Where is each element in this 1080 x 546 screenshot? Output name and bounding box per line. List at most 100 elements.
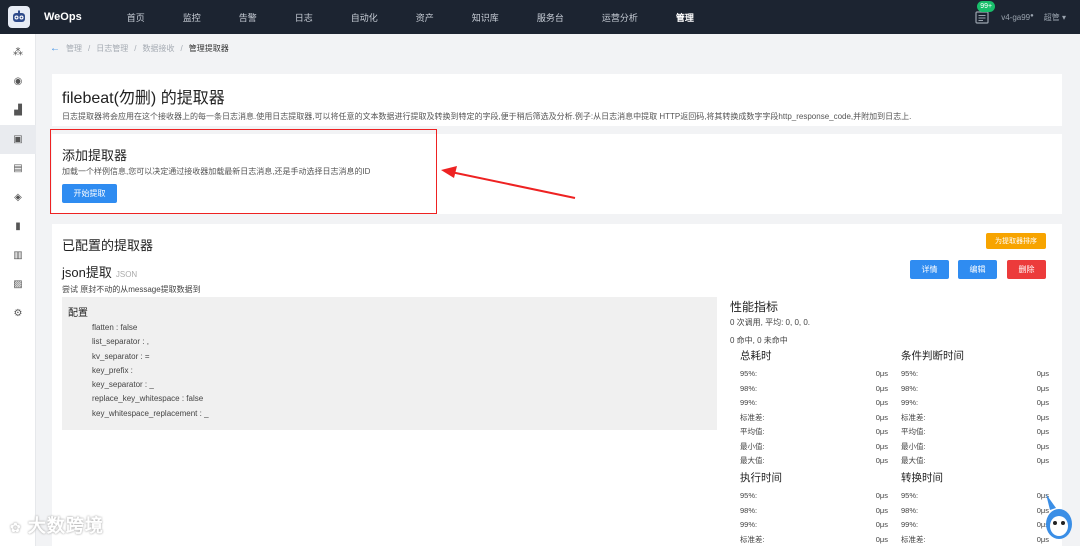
metric-value: 0μs [1036, 369, 1049, 378]
nav-item[interactable]: 管理 [657, 0, 713, 34]
metric-label: 平均值: [740, 427, 765, 436]
assistant-mascot-icon[interactable] [1042, 488, 1076, 544]
sidebar-item[interactable]: ▣ [0, 125, 36, 154]
nav-item[interactable]: 资产 [397, 0, 453, 34]
header-card: filebeat(勿删) 的提取器 日志提取器将会应用在这个接收器上的每一条日志… [52, 74, 1062, 126]
metric-value: 0μs [1036, 456, 1049, 465]
breadcrumb-item[interactable]: 数据接收 [142, 43, 174, 54]
config-entry: key_whitespace_replacement : _ [92, 408, 209, 418]
extractor-name-row: json提取 JSON [62, 262, 137, 281]
metric-block-condition: 条件判断时间 95%: 0μs 98%: 0μs 99%: 0μs 标准差: 0μs 平均值: 0μ… [901, 348, 1049, 469]
metric-row: 95%: 0μs [740, 367, 888, 382]
metric-value: 0μs [875, 456, 888, 465]
metric-row: 99%: 0μs [740, 518, 888, 533]
nav-item[interactable]: 告警 [220, 0, 276, 34]
document-icon: ▮ [15, 221, 21, 232]
metric-row: 最小值: 0μs [901, 440, 1049, 455]
metric-value: 0μs [1036, 383, 1049, 393]
metric-label: 平均值: [901, 427, 926, 436]
sidebar-item[interactable]: ▥ [0, 241, 36, 270]
nav-item[interactable]: 监控 [164, 0, 220, 34]
perf-section: 性能指标 0 次调用, 平均: 0, 0, 0. 0 命中, 0 未命中 [730, 298, 1050, 346]
nav-item[interactable]: 首页 [108, 0, 164, 34]
metric-label: 标准差: [740, 412, 765, 422]
metric-value: 0μs [875, 534, 888, 544]
nav-item[interactable]: 自动化 [332, 0, 397, 34]
watermark-logo-icon: ✿ [10, 520, 22, 535]
breadcrumb-item[interactable]: 日志管理 [96, 43, 128, 54]
metric-block-total: 总耗时 95%: 0μs 98%: 0μs 99%: 0μs 标准差: 0μs 平均值: 0μs 最小… [740, 348, 888, 469]
metric-label: 最小值: [740, 441, 765, 451]
sidebar-item[interactable]: ▨ [0, 270, 36, 299]
config-entry: key_separator : _ [92, 380, 154, 390]
metric-value: 0μs [875, 369, 888, 378]
metric-value: 0μs [875, 412, 888, 422]
start-extract-button[interactable]: 开始提取 [62, 184, 117, 203]
breadcrumb-separator: / [134, 43, 137, 53]
message-button[interactable]: 99+ [973, 1, 996, 26]
metric-row: 最小值: 0μs [740, 440, 888, 455]
nav-item[interactable]: 知识库 [453, 0, 518, 34]
sidebar-item[interactable]: ▮ [0, 212, 36, 241]
metric-label: 95%: [901, 369, 919, 378]
metric-row: 标准差: 0μs [740, 533, 888, 546]
metric-row: 99%: 0μs [901, 518, 1049, 533]
metric-value: 0μs [875, 505, 888, 515]
metric-row: 98%: 0μs [901, 382, 1049, 397]
breadcrumb-separator: / [88, 43, 91, 53]
layers-icon: ◈ [14, 192, 22, 203]
back-arrow-icon[interactable]: ← [50, 43, 60, 54]
page-description: 日志提取器将会应用在这个接收器上的每一条日志消息.使用日志提取器,可以将任意的文… [62, 112, 912, 121]
nav-item[interactable]: 运营分析 [583, 0, 657, 34]
sidebar-item[interactable]: ◉ [0, 67, 36, 96]
metric-title: 条件判断时间 [901, 350, 964, 362]
image-icon: ▨ [13, 279, 23, 290]
caret-down-icon: ▾ [1061, 12, 1066, 22]
details-button[interactable]: 详情 [910, 260, 949, 279]
nav-item[interactable]: 服务台 [518, 0, 583, 34]
metric-row: 最大值: 0μs [740, 454, 888, 469]
extractor-name: json提取 [62, 265, 112, 280]
metric-label: 99%: [901, 520, 919, 529]
metric-value: 0μs [875, 398, 888, 407]
metric-value: 0μs [875, 427, 888, 436]
metric-row: 标准差: 0μs [901, 533, 1049, 546]
sidebar-item[interactable]: ▤ [0, 154, 36, 183]
sidebar-item[interactable]: ⁂ [0, 38, 36, 67]
briefcase-icon: ▤ [13, 163, 23, 174]
metric-label: 95%: [901, 491, 919, 500]
page-title: filebeat(勿删) 的提取器 [62, 90, 225, 107]
metric-label: 最大值: [901, 456, 926, 465]
metric-label: 95%: [740, 369, 758, 378]
delete-button[interactable]: 删除 [1007, 260, 1046, 279]
metric-row: 99%: 0μs [740, 396, 888, 411]
metric-row: 平均值: 0μs [740, 425, 888, 440]
config-list: flatten : false list_separator : , kv_sepa… [68, 321, 711, 421]
watermark-text: 大数跨境 [27, 516, 104, 536]
metric-row: 平均值: 0μs [901, 425, 1049, 440]
metric-label: 标准差: [740, 534, 765, 544]
user-name: 超管 [1043, 12, 1060, 22]
metric-row: 95%: 0μs [740, 489, 888, 504]
sidebar-item[interactable]: ▟ [0, 96, 36, 125]
extractor-description: 尝试 原封不动的从message提取数据到 [62, 285, 201, 294]
breadcrumb-item[interactable]: 管理 [66, 43, 82, 54]
configured-title: 已配置的提取器 [62, 238, 154, 253]
sidebar-item[interactable]: ◈ [0, 183, 36, 212]
nav-item[interactable]: 日志 [276, 0, 332, 34]
version-label[interactable]: v4-ga99● [1001, 13, 1034, 22]
metric-label: 98%: [740, 505, 758, 515]
edit-button[interactable]: 编辑 [958, 260, 997, 279]
config-entry: key_prefix : [92, 365, 133, 375]
metric-value: 0μs [875, 520, 888, 529]
watermark: ✿ 大数跨境 [10, 512, 104, 538]
sidebar-item[interactable]: ⚙ [0, 299, 36, 328]
user-menu[interactable]: 超管 ▾ [1044, 12, 1066, 23]
breadcrumb: ← 管理 / 日志管理 / 数据接收 / 管理提取器 [50, 40, 229, 56]
camera-icon: ◉ [13, 76, 23, 87]
perf-calls: 0 次调用, 平均: 0, 0, 0. [730, 318, 811, 327]
extractor-type: JSON [115, 270, 138, 279]
sort-extractors-button[interactable]: 为提取器排序 [986, 233, 1046, 249]
metric-row: 98%: 0μs [740, 382, 888, 397]
app-logo[interactable] [0, 0, 38, 34]
